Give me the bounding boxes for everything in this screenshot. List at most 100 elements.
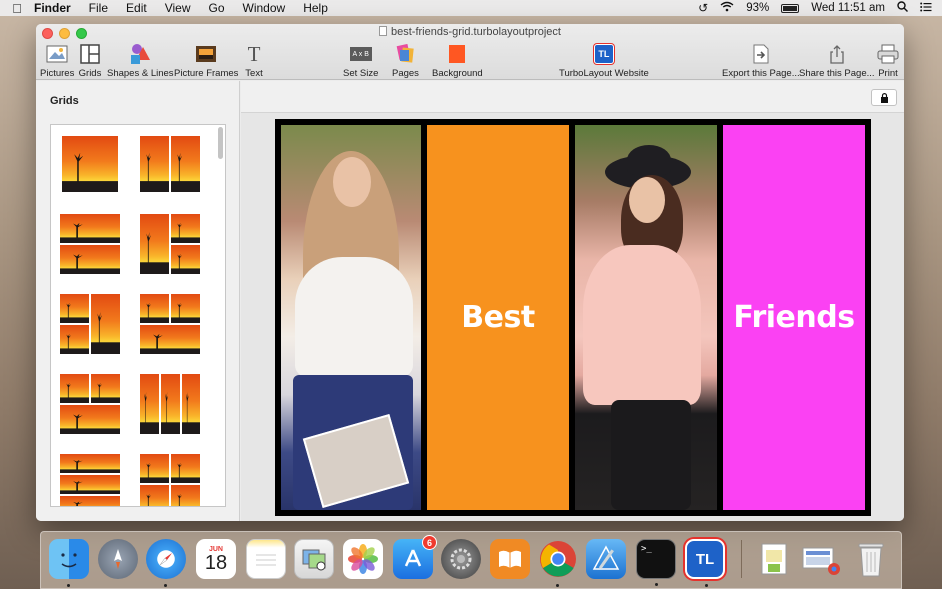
pages-tool-button[interactable]: Pages — [392, 42, 419, 79]
export-page-button[interactable]: Export this Page... — [722, 42, 800, 79]
notes-dock-icon[interactable] — [246, 539, 286, 579]
grid-template-7[interactable] — [59, 373, 121, 435]
calendar-dock-icon[interactable]: JUN 18 — [196, 539, 236, 579]
grid-template-10[interactable] — [139, 453, 201, 506]
best-text[interactable]: Best — [461, 300, 535, 335]
time-machine-icon[interactable]: ↺ — [698, 1, 708, 15]
app-store-update-badge: 6 — [422, 535, 437, 550]
finder-dock-icon[interactable] — [49, 539, 89, 587]
spotlight-search-icon[interactable] — [897, 1, 908, 15]
pictures-tool-button[interactable]: Pictures — [40, 42, 74, 79]
grids-label: Grids — [78, 68, 102, 79]
pages-icon — [393, 42, 417, 66]
photos-dock-icon[interactable] — [343, 539, 383, 579]
calendar-day: 18 — [204, 551, 228, 574]
lock-button[interactable] — [871, 89, 897, 106]
background-tool-button[interactable]: Background — [432, 42, 483, 79]
set-size-icon-text: A x B — [349, 47, 372, 61]
text-icon: T — [247, 41, 261, 66]
menu-finder[interactable]: Finder — [34, 1, 71, 15]
grid-list-scrollbar[interactable] — [218, 127, 223, 159]
menu-go[interactable]: Go — [209, 1, 225, 15]
printer-icon — [876, 42, 900, 66]
picture-frames-label: Picture Frames — [174, 68, 239, 79]
shapes-lines-tool-button[interactable]: Shapes & Lines — [107, 42, 174, 79]
set-size-tool-button[interactable]: A x B Set Size — [343, 42, 378, 79]
menubar-clock[interactable]: Wed 11:51 am — [811, 2, 885, 14]
safari-dock-icon[interactable] — [146, 539, 186, 587]
shapes-lines-label: Shapes & Lines — [107, 68, 174, 79]
grid-template-4[interactable] — [139, 213, 201, 275]
grid-template-2[interactable] — [139, 133, 201, 195]
print-button[interactable]: Print — [876, 42, 900, 79]
canvas-area: Best Friends — [241, 81, 904, 521]
window-toolbar: best-friends-grid.turbolayoutproject Pic… — [36, 24, 904, 80]
friends-text[interactable]: Friends — [733, 300, 855, 335]
turbolayout-dock-icon[interactable]: TL — [685, 539, 725, 587]
photo-panel-right[interactable] — [575, 125, 717, 510]
wifi-icon[interactable] — [720, 1, 734, 15]
grids-tool-button[interactable]: Grids — [78, 42, 102, 79]
terminal-prompt: >_ — [641, 544, 652, 554]
background-label: Background — [432, 68, 483, 79]
trash-dock-icon[interactable] — [851, 539, 891, 579]
system-preferences-dock-icon[interactable] — [441, 539, 481, 579]
set-size-icon: A x B — [349, 42, 373, 66]
battery-percent: 93% — [746, 2, 770, 14]
apple-menu-icon[interactable]:  — [0, 1, 34, 16]
app-window: best-friends-grid.turbolayoutproject Pic… — [36, 24, 904, 521]
print-label: Print — [878, 68, 898, 79]
grid-template-5[interactable] — [59, 293, 121, 355]
text-panel-friends[interactable]: Friends — [723, 125, 865, 510]
layout-page[interactable]: Best Friends — [275, 119, 871, 516]
menu-view[interactable]: View — [165, 1, 191, 15]
grid-template-3[interactable] — [59, 213, 121, 275]
grid-template-8[interactable] — [139, 373, 201, 435]
pages-label: Pages — [392, 68, 419, 79]
documents-stack-icon[interactable] — [755, 539, 795, 579]
text-label: Text — [245, 68, 263, 79]
turbolayout-logo-icon: TL — [592, 42, 616, 66]
terminal-dock-icon[interactable]: >_ — [636, 539, 676, 586]
preview-dock-icon[interactable] — [294, 539, 334, 579]
grid-template-9[interactable] — [59, 453, 121, 506]
shapes-icon — [128, 42, 152, 66]
notification-center-icon[interactable] — [920, 1, 932, 15]
menu-edit[interactable]: Edit — [126, 1, 147, 15]
pictures-label: Pictures — [40, 68, 75, 79]
battery-icon[interactable] — [781, 3, 800, 13]
sidebar: Grids — [36, 81, 240, 521]
lock-icon — [880, 92, 888, 103]
xcode-dock-icon[interactable] — [586, 539, 626, 579]
text-tool-button[interactable]: T Text — [242, 41, 266, 80]
grid-template-6[interactable] — [139, 293, 201, 355]
export-page-label: Export this Page... — [722, 68, 800, 79]
window-title: best-friends-grid.turbolayoutproject — [36, 26, 904, 38]
grids-icon — [78, 42, 102, 66]
sidebar-heading: Grids — [50, 95, 79, 107]
menu-help[interactable]: Help — [303, 1, 328, 15]
menu-window[interactable]: Window — [243, 1, 286, 15]
turbolayout-dock-label: TL — [695, 550, 715, 568]
app-store-dock-icon[interactable]: 6 — [393, 535, 437, 579]
photo-panel-left[interactable] — [281, 125, 421, 510]
dock-separator — [741, 540, 742, 578]
downloads-stack-icon[interactable] — [801, 539, 841, 579]
canvas-topbar — [241, 81, 904, 113]
text-panel-best[interactable]: Best — [427, 125, 569, 510]
turbolayout-logo-text: TL — [593, 44, 614, 64]
picture-frames-tool-button[interactable]: Picture Frames — [174, 42, 238, 79]
menu-file[interactable]: File — [89, 1, 108, 15]
share-icon — [825, 42, 849, 66]
turbolayout-website-button[interactable]: TL TurboLayout Website — [559, 42, 649, 79]
share-page-button[interactable]: Share this Page... — [799, 42, 875, 79]
grid-templates-list[interactable] — [50, 124, 226, 507]
chrome-dock-icon[interactable] — [538, 539, 578, 587]
grid-template-1[interactable] — [59, 133, 121, 195]
menu-bar:  Finder File Edit View Go Window Help ↺… — [0, 0, 942, 16]
launchpad-dock-icon[interactable] — [98, 539, 138, 579]
document-icon — [379, 26, 387, 36]
ibooks-dock-icon[interactable] — [490, 539, 530, 579]
share-page-label: Share this Page... — [799, 68, 875, 79]
picture-frame-icon — [194, 42, 218, 66]
